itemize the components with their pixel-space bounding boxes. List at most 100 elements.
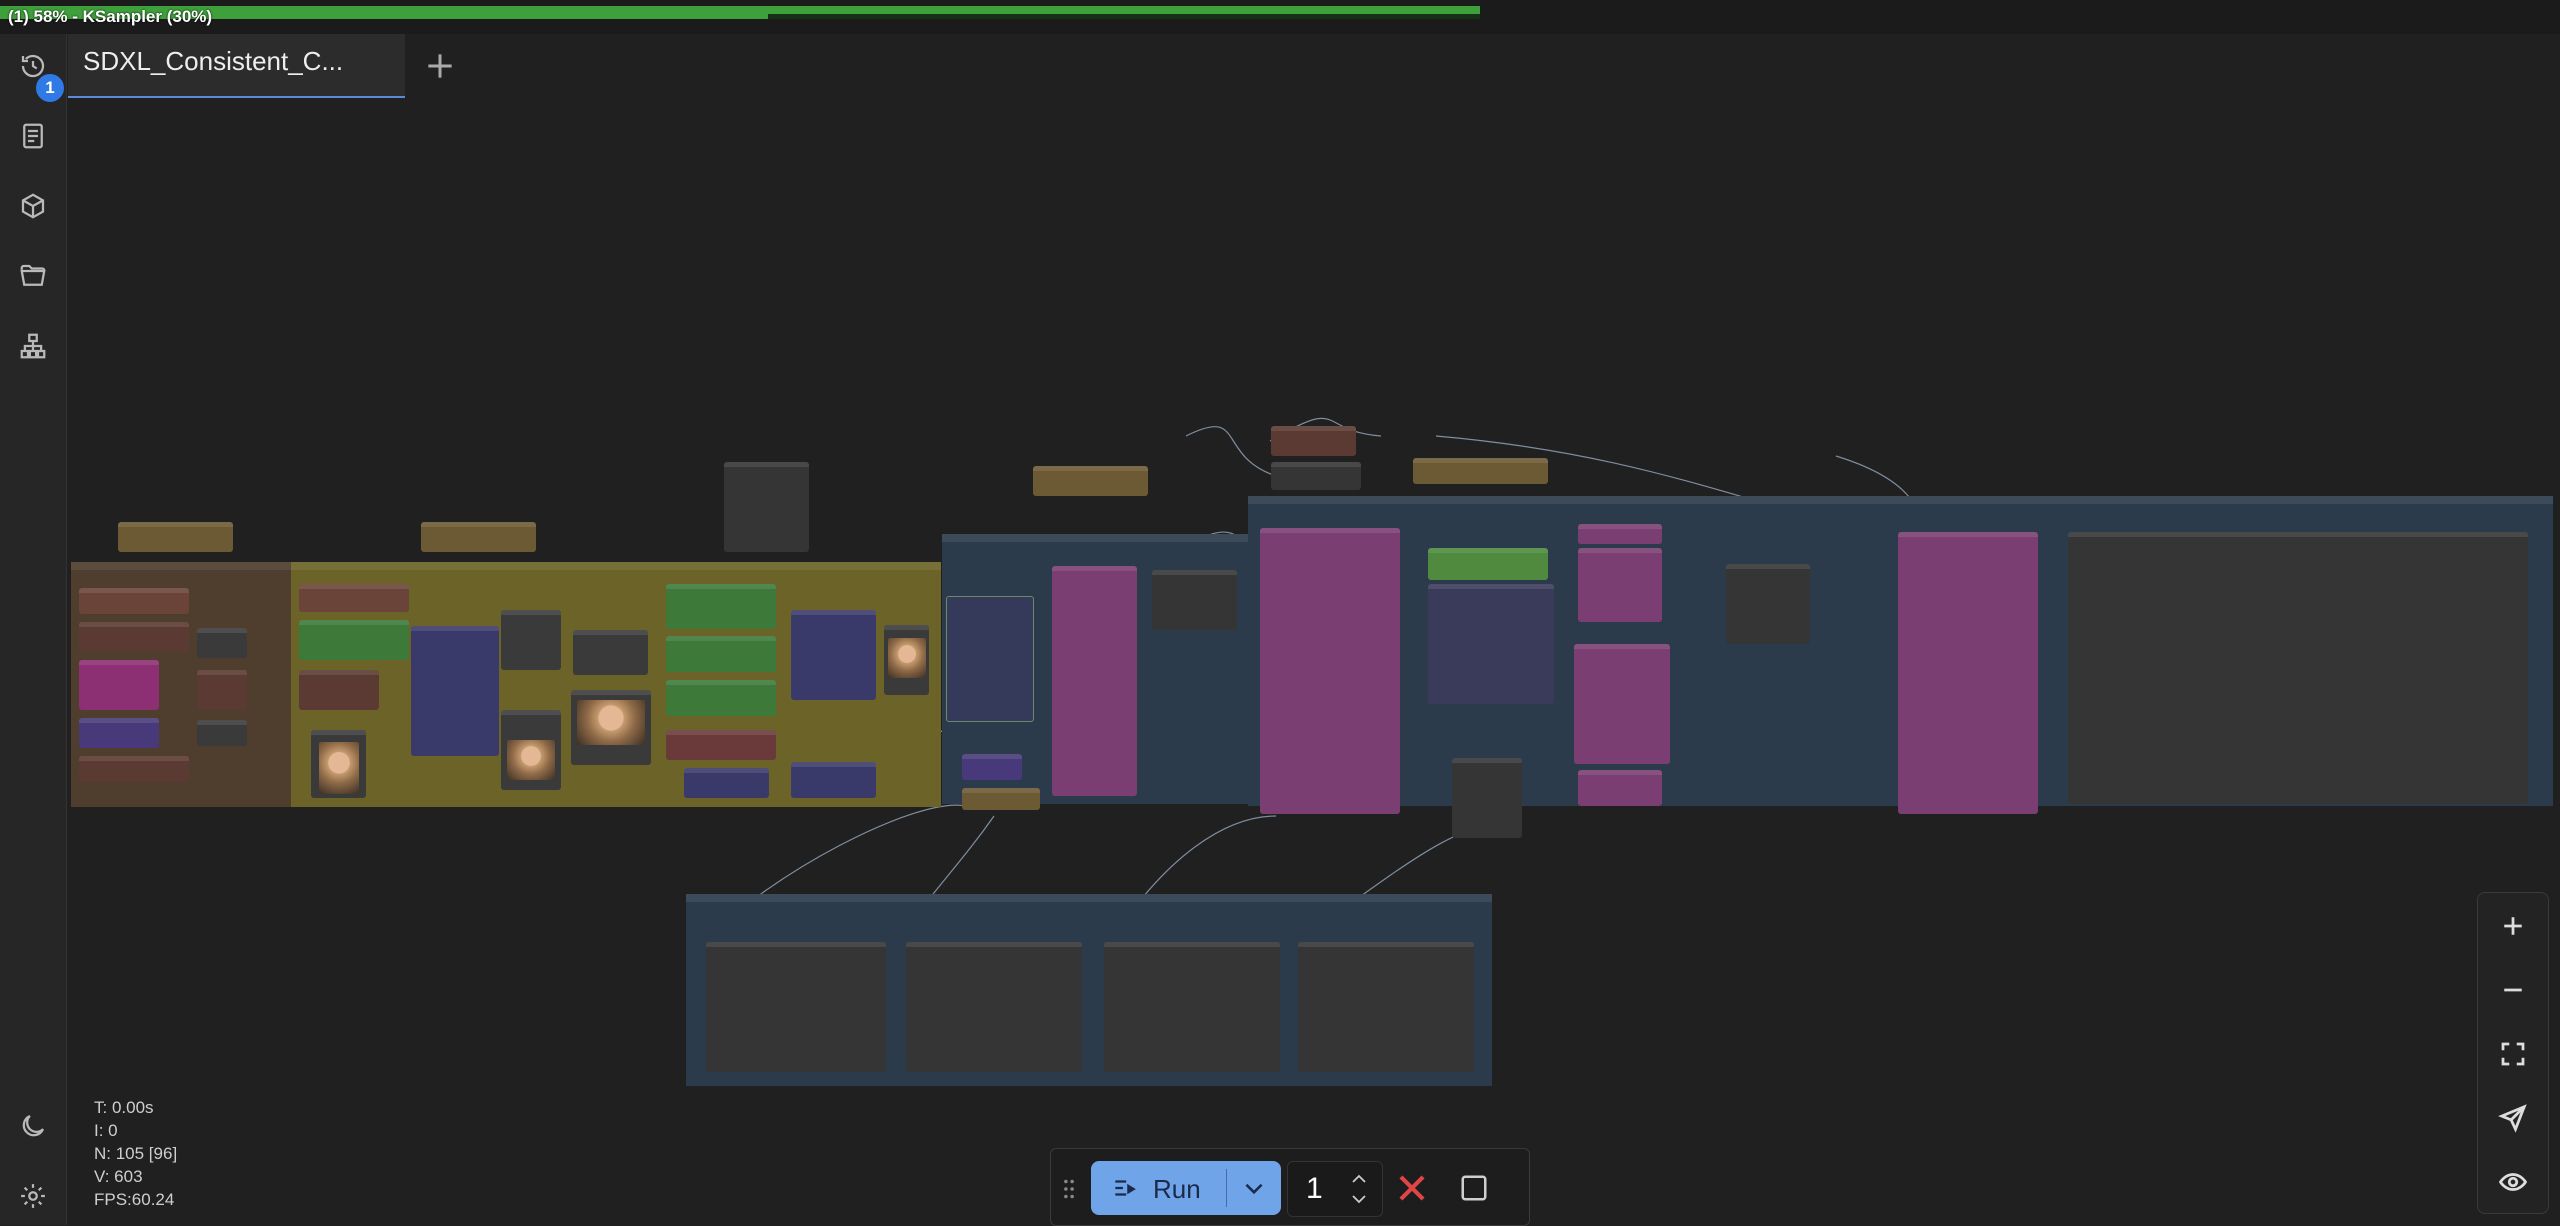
graph-node[interactable] xyxy=(1104,942,1280,1072)
progress-label: (1) 58% - KSampler (30%) xyxy=(8,7,213,26)
fit-view-button[interactable] xyxy=(2488,1029,2538,1079)
graph-node[interactable] xyxy=(501,610,561,670)
settings-button[interactable] xyxy=(13,1176,53,1216)
graph-node[interactable] xyxy=(197,670,247,710)
graph-node[interactable] xyxy=(79,588,189,614)
cancel-icon[interactable] xyxy=(1393,1169,1431,1207)
graph-node[interactable] xyxy=(299,670,379,710)
run-button-label: Run xyxy=(1153,1174,1201,1204)
graph-node[interactable] xyxy=(2068,532,2528,804)
graph-node[interactable] xyxy=(1152,570,1237,630)
zoom-out-button[interactable] xyxy=(2488,965,2538,1015)
preview-image xyxy=(888,638,926,678)
minus-icon xyxy=(2504,988,2522,992)
queue-list-icon xyxy=(1115,1180,1136,1196)
graph-node[interactable] xyxy=(1726,564,1810,644)
graph-node[interactable] xyxy=(79,718,159,748)
graph-node[interactable] xyxy=(421,522,536,552)
graph-node[interactable] xyxy=(666,680,776,716)
graph-node[interactable] xyxy=(1578,548,1662,622)
graph-node[interactable] xyxy=(1578,524,1662,544)
node-library-button[interactable] xyxy=(13,326,53,366)
zoom-in-button[interactable] xyxy=(2488,901,2538,951)
stop-icon[interactable] xyxy=(1459,1173,1489,1203)
group-output-previews[interactable] xyxy=(686,894,1492,1086)
group-upscale-sampling[interactable] xyxy=(1248,496,2553,838)
stat-iterations: I: 0 xyxy=(94,1121,118,1140)
batch-count-stepper[interactable]: 1 xyxy=(1287,1161,1383,1217)
graph-node[interactable] xyxy=(666,636,776,672)
workflow-tab-label: SDXL_Consistent_C... xyxy=(83,46,344,76)
graph-node[interactable] xyxy=(791,610,876,700)
render-stats: T: 0.00s I: 0 N: 105 [96] V: 603 FPS:60.… xyxy=(94,1096,177,1211)
sidebar: 1 xyxy=(0,34,67,1225)
graph-node[interactable] xyxy=(724,462,809,552)
queue-count-badge: 1 xyxy=(34,72,66,104)
run-divider xyxy=(1226,1169,1227,1207)
graph-node[interactable] xyxy=(299,620,409,660)
chevron-down-icon[interactable] xyxy=(1241,1175,1267,1201)
models-button[interactable] xyxy=(13,186,53,226)
graph-node[interactable] xyxy=(1578,770,1662,806)
drag-handle-icon[interactable] xyxy=(1061,1179,1077,1199)
graph-node[interactable] xyxy=(1298,942,1474,1072)
stepper-arrows-icon[interactable] xyxy=(1348,1168,1370,1210)
graph-node[interactable] xyxy=(684,768,769,798)
graph-node[interactable] xyxy=(1271,462,1361,490)
batch-count-value[interactable]: 1 xyxy=(1306,1172,1323,1206)
preview-image xyxy=(577,700,645,745)
graph-node[interactable] xyxy=(1033,466,1148,496)
select-mode-button[interactable] xyxy=(2488,1093,2538,1143)
graph-node[interactable] xyxy=(79,756,189,782)
workflows-button[interactable] xyxy=(13,256,53,296)
preview-image xyxy=(507,740,555,780)
graph-canvas[interactable] xyxy=(66,96,2560,1225)
graph-node[interactable] xyxy=(706,942,886,1072)
stat-fps: FPS:60.24 xyxy=(94,1190,175,1209)
templates-button[interactable] xyxy=(13,116,53,156)
graph-node[interactable] xyxy=(197,628,247,658)
graph-node[interactable] xyxy=(791,762,876,798)
run-button[interactable]: Run xyxy=(1091,1161,1281,1215)
group-step-1[interactable] xyxy=(291,562,656,807)
graph-node[interactable] xyxy=(1052,566,1137,796)
graph-node[interactable] xyxy=(79,660,159,710)
graph-node[interactable] xyxy=(197,720,247,746)
graph-node[interactable] xyxy=(1574,644,1670,764)
graph-node[interactable] xyxy=(411,626,499,756)
theme-toggle-button[interactable] xyxy=(13,1106,53,1146)
graph-node[interactable] xyxy=(299,584,409,612)
graph-node[interactable] xyxy=(1413,458,1548,484)
send-icon xyxy=(2498,1104,2527,1133)
graph-node[interactable] xyxy=(1428,584,1554,704)
plus-icon xyxy=(2504,917,2522,935)
graph-node[interactable] xyxy=(946,596,1034,722)
step-progress-track xyxy=(768,14,1480,19)
document-icon xyxy=(23,123,43,149)
workflow-tab[interactable]: SDXL_Consistent_C... xyxy=(68,34,405,98)
add-tab-icon[interactable] xyxy=(420,46,460,86)
stat-time: T: 0.00s xyxy=(94,1098,154,1117)
graph-node[interactable] xyxy=(1898,532,2038,814)
folder-icon xyxy=(20,264,46,286)
group-load-checkpoint[interactable] xyxy=(71,562,291,807)
graph-node[interactable] xyxy=(1271,426,1356,456)
graph-node[interactable] xyxy=(118,522,233,552)
graph-node[interactable] xyxy=(573,630,648,675)
graph-node[interactable] xyxy=(666,730,776,760)
graph-node[interactable] xyxy=(666,584,776,629)
group-step-2[interactable] xyxy=(656,562,941,807)
group-face-detailer[interactable] xyxy=(942,534,1248,810)
gear-icon xyxy=(21,1184,45,1208)
graph-node[interactable] xyxy=(79,622,189,652)
toggle-links-button[interactable] xyxy=(2488,1157,2538,1207)
graph-node[interactable] xyxy=(1260,528,1400,814)
graph-node[interactable] xyxy=(962,788,1040,810)
graph-node[interactable] xyxy=(1452,758,1522,838)
graph-node[interactable] xyxy=(1428,548,1548,580)
fullscreen-icon xyxy=(2501,1042,2525,1066)
graph-node[interactable] xyxy=(962,754,1022,780)
graph-node[interactable] xyxy=(906,942,1082,1072)
stat-nodes: N: 105 [96] xyxy=(94,1144,178,1163)
progress-bar: (1) 58% - KSampler (30%) xyxy=(0,0,2560,34)
